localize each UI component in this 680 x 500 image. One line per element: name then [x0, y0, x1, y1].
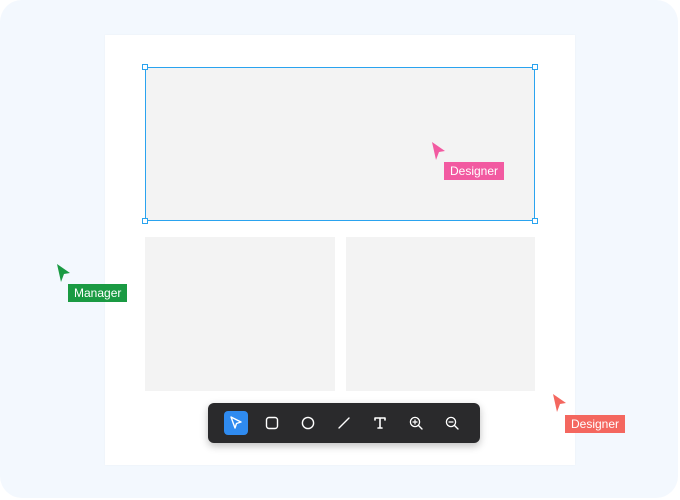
- text-tool-button[interactable]: [368, 411, 392, 435]
- selected-frame[interactable]: [142, 64, 538, 224]
- zoom-out-icon: [445, 416, 459, 430]
- collaborator-cursor-icon: [553, 394, 566, 412]
- select-tool-button[interactable]: [224, 411, 248, 435]
- collaborator-label-designer: Designer: [444, 162, 505, 180]
- ellipse-tool-button[interactable]: [296, 411, 320, 435]
- resize-handle-top-right[interactable]: [532, 64, 538, 70]
- collaboration-stage: Designer Manager Designer: [0, 0, 678, 498]
- circle-icon: [301, 416, 315, 430]
- cursor-arrow-icon: [230, 416, 242, 429]
- design-canvas[interactable]: [105, 35, 575, 465]
- collaborator-label-manager: Manager: [68, 284, 128, 302]
- text-t-icon: [374, 417, 386, 429]
- collaborator-cursor-icon: [57, 264, 70, 282]
- frame-bottom-right[interactable]: [346, 237, 535, 391]
- zoom-in-icon: [409, 416, 423, 430]
- collaborator-label-designer-2: Designer: [565, 415, 626, 433]
- resize-handle-top-left[interactable]: [142, 64, 148, 70]
- rectangle-tool-button[interactable]: [260, 411, 284, 435]
- resize-handle-bottom-right[interactable]: [532, 218, 538, 224]
- zoom-out-button[interactable]: [440, 411, 464, 435]
- line-icon: [338, 417, 350, 429]
- resize-handle-bottom-left[interactable]: [142, 218, 148, 224]
- rounded-square-icon: [265, 416, 279, 430]
- zoom-in-button[interactable]: [404, 411, 428, 435]
- drawing-toolbar: [208, 403, 480, 443]
- line-tool-button[interactable]: [332, 411, 356, 435]
- frame-bottom-left[interactable]: [145, 237, 335, 391]
- collaborator-cursor-icon: [432, 142, 445, 160]
